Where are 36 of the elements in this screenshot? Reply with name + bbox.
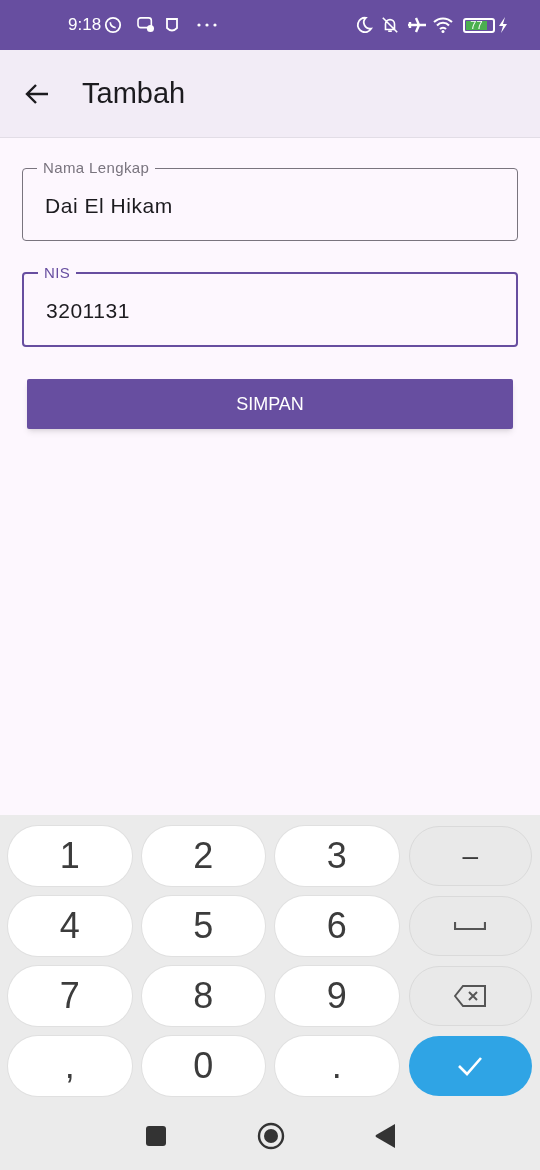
message-icon (137, 17, 156, 33)
key[interactable]: . (275, 1036, 399, 1096)
page-title: Tambah (82, 75, 186, 111)
key[interactable]: – (408, 826, 532, 886)
space-icon (454, 921, 487, 931)
key[interactable]: 0 (141, 1036, 265, 1096)
battery-icon: 77 (463, 17, 495, 33)
key[interactable]: 5 (141, 896, 265, 956)
clock-time: 9:18 (68, 14, 102, 37)
backspace-icon (454, 985, 487, 1007)
shield-icon (165, 17, 180, 33)
back-icon[interactable] (375, 1124, 395, 1148)
key[interactable]: 4 (8, 896, 132, 956)
key[interactable]: , (8, 1036, 132, 1096)
key[interactable]: 6 (275, 896, 399, 956)
wifi-icon (433, 17, 453, 33)
airplane-icon (407, 16, 427, 34)
back-arrow-icon[interactable] (24, 82, 50, 105)
key[interactable]: 7 (8, 966, 132, 1026)
more-icon (197, 23, 218, 27)
bell-off-icon (381, 16, 399, 34)
key[interactable]: 1 (8, 826, 132, 886)
save-button[interactable]: SIMPAN (27, 379, 513, 429)
charging-icon (498, 17, 508, 33)
key[interactable]: 2 (141, 826, 265, 886)
check-icon (457, 1056, 484, 1076)
key[interactable]: 8 (141, 966, 265, 1026)
home-icon[interactable] (257, 1122, 285, 1150)
field-value: 3201131 (46, 298, 130, 325)
field-value: Dai El Hikam (45, 193, 173, 220)
key[interactable]: 9 (275, 966, 399, 1026)
key[interactable]: 3 (275, 826, 399, 886)
field-label: NIS (43, 263, 72, 283)
field-label: Nama Lengkap (42, 158, 151, 178)
moon-icon (355, 16, 373, 34)
recents-icon[interactable] (145, 1125, 167, 1147)
